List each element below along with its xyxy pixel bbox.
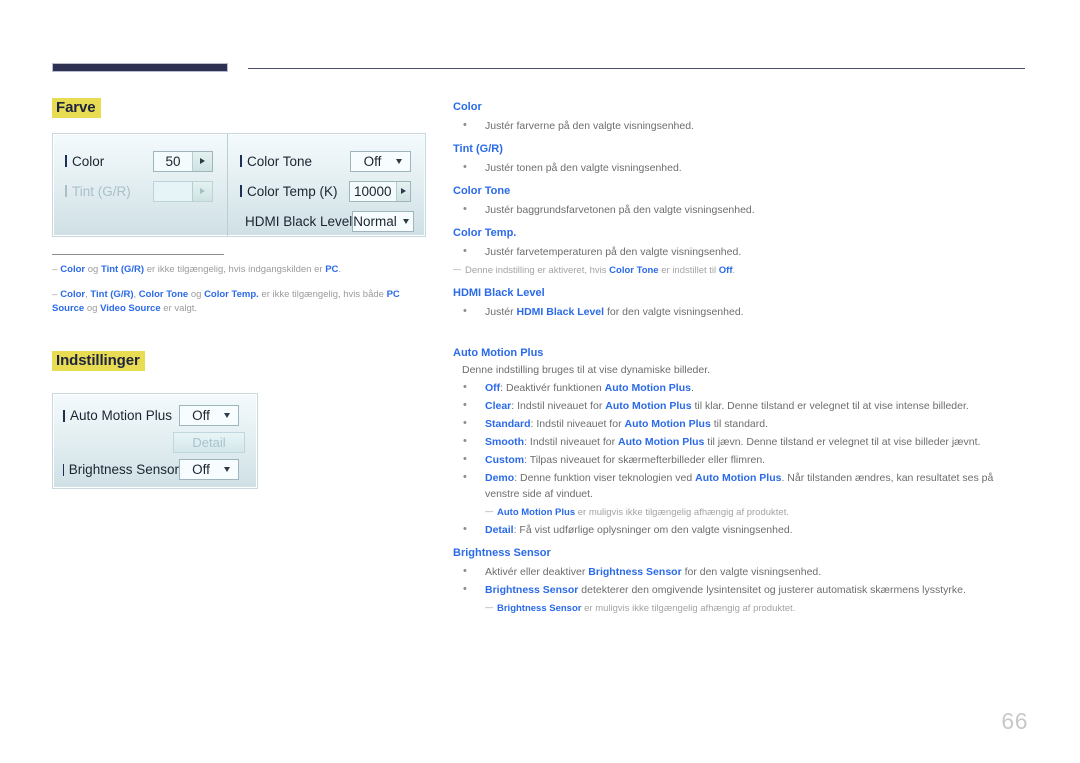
osd-color-panel: Color 50 Tint (G/R) Color Tone Off Color…	[52, 133, 426, 237]
description-term: Color	[453, 101, 482, 113]
osd-field-brightness-sensor[interactable]: Off	[179, 459, 239, 480]
description-bullet: Justér baggrundsfarvetonen på den valgte…	[453, 201, 1028, 218]
description-bullet: Demo: Denne funktion viser teknologien v…	[453, 469, 1028, 502]
description-term: Auto Motion Plus	[453, 347, 544, 359]
spinner-right-arrow-icon-disabled	[192, 181, 212, 201]
osd-label-hdmi-black-level: HDMI Black Level	[240, 214, 352, 229]
osd-value-color-tone: Off	[363, 153, 382, 169]
osd-row-tint: Tint (G/R)	[65, 176, 213, 206]
description-term: Tint (G/R)	[453, 143, 503, 155]
footnote-divider	[52, 254, 224, 255]
spinner-right-arrow-icon[interactable]	[395, 181, 410, 201]
section-heading-farve: Farve	[52, 98, 101, 118]
footnote-color-source: – Color, Tint (G/R), Color Tone og Color …	[52, 289, 400, 314]
description-subnote: Denne indstilling er aktiveret, hvis Col…	[453, 262, 1028, 278]
description-term: Brightness Sensor	[453, 547, 551, 559]
page-header-rule	[52, 62, 1025, 74]
description-bullet: Justér HDMI Black Level for den valgte v…	[453, 303, 1028, 320]
osd-row-hdmi-black-level: HDMI Black Level Normal	[240, 206, 414, 236]
osd-label-color-temp: Color Temp (K)	[240, 184, 349, 199]
spinner-right-arrow-icon[interactable]	[192, 151, 212, 171]
osd-settings-panel: Auto Motion Plus Off Detail Brightness S…	[52, 393, 258, 489]
description-bullet: Off: Deaktivér funktionen Auto Motion Pl…	[453, 379, 1028, 396]
description-bullet: Justér tonen på den valgte visningsenhed…	[453, 159, 1028, 176]
osd-value-brightness-sensor: Off	[192, 462, 210, 477]
description-bullet: Standard: Indstil niveauet for Auto Moti…	[453, 415, 1028, 432]
header-thin-rule	[248, 68, 1025, 69]
osd-color-right-column: Color Tone Off Color Temp (K) 10000 HDMI…	[227, 134, 425, 236]
description-subnote: Auto Motion Plus er muligvis ikke tilgæn…	[485, 504, 1028, 520]
osd-field-color-tone[interactable]: Off	[350, 150, 411, 172]
description-bullet: Detail: Få vist udførlige oplysninger om…	[453, 521, 1028, 538]
description-bullet: Aktivér eller deaktiver Brightness Senso…	[453, 563, 1028, 580]
osd-value-auto-motion-plus: Off	[192, 408, 210, 423]
dash-marker: –	[52, 264, 58, 275]
detail-button: Detail	[173, 432, 245, 453]
description-term: Color Tone	[453, 185, 511, 197]
chevron-down-icon[interactable]	[224, 413, 230, 418]
description-bullet: Smooth: Indstil niveauet for Auto Motion…	[453, 433, 1028, 450]
osd-field-hdmi-black-level[interactable]: Normal	[352, 210, 414, 232]
osd-field-tint	[153, 180, 213, 202]
chevron-down-icon[interactable]	[224, 467, 230, 472]
osd-color-left-column: Color 50 Tint (G/R)	[53, 134, 227, 236]
osd-label-color: Color	[65, 154, 153, 169]
osd-row-color: Color 50	[65, 146, 213, 176]
osd-label-brightness-sensor: Brightness Sensor	[63, 462, 179, 477]
osd-value-hdmi-black-level: Normal	[353, 213, 397, 229]
description-bullet: Custom: Tilpas niveauet for skærmefterbi…	[453, 451, 1028, 468]
description-term: Color Temp.	[453, 227, 517, 239]
description-bullet: Justér farvetemperaturen på den valgte v…	[453, 243, 1028, 260]
dash-marker: –	[52, 289, 58, 300]
chevron-down-icon[interactable]	[396, 158, 402, 164]
osd-row-color-tone: Color Tone Off	[240, 146, 411, 176]
osd-label-tint: Tint (G/R)	[65, 184, 153, 199]
osd-row-auto-motion-plus: Auto Motion Plus Off	[63, 402, 245, 429]
description-column: Color Justér farverne på den valgte visni…	[453, 98, 1028, 616]
description-subnote: Brightness Sensor er muligvis ikke tilgæ…	[485, 600, 1028, 616]
description-paragraph: Denne indstilling bruges til at vise dyn…	[462, 364, 711, 376]
osd-label-auto-motion-plus: Auto Motion Plus	[63, 408, 179, 423]
header-navy-block	[52, 63, 228, 72]
footnote-color-pc: – Color og Tint (G/R) er ikke tilgængelig…	[52, 264, 342, 275]
description-term: HDMI Black Level	[453, 287, 545, 299]
section-heading-indstillinger: Indstillinger	[52, 351, 145, 371]
page-number: 66	[1001, 708, 1028, 734]
osd-row-brightness-sensor: Brightness Sensor Off	[63, 456, 245, 483]
osd-value-color: 50	[165, 153, 181, 169]
chevron-down-icon[interactable]	[402, 218, 409, 224]
osd-field-auto-motion-plus[interactable]: Off	[179, 405, 239, 426]
osd-row-color-temp: Color Temp (K) 10000	[240, 176, 411, 206]
osd-label-color-tone: Color Tone	[240, 154, 350, 169]
osd-field-color-temp[interactable]: 10000	[349, 180, 411, 202]
osd-row-detail: Detail	[63, 429, 245, 456]
description-bullet: Clear: Indstil niveauet for Auto Motion …	[453, 397, 1028, 414]
description-bullet: Justér farverne på den valgte visningsen…	[453, 117, 1028, 134]
description-bullet: Brightness Sensor detekterer den omgiven…	[453, 581, 1028, 598]
osd-field-color[interactable]: 50	[153, 150, 213, 172]
osd-value-color-temp: 10000	[354, 183, 392, 199]
osd-settings-column: Auto Motion Plus Off Detail Brightness S…	[53, 394, 257, 488]
